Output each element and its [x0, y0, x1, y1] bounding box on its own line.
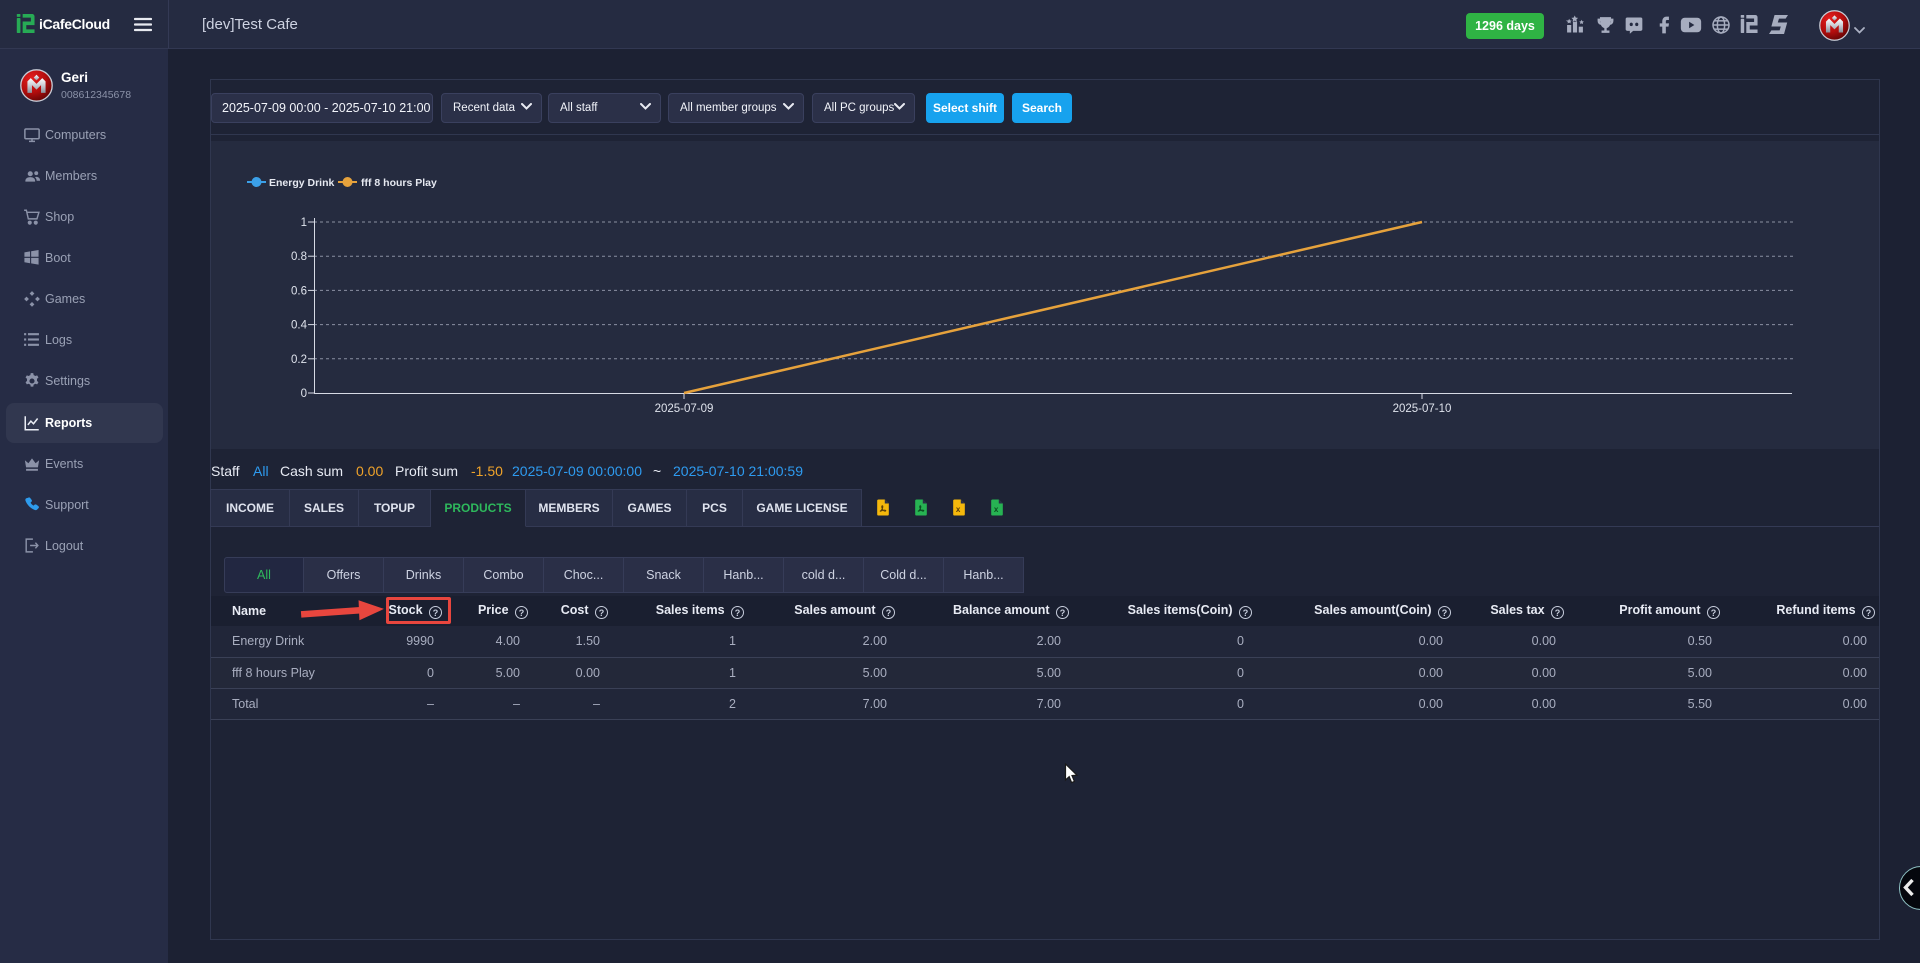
svg-text:0: 0: [301, 388, 307, 400]
svg-text:x: x: [994, 505, 999, 514]
svg-text:0.4: 0.4: [291, 320, 308, 332]
svg-text:0.6: 0.6: [291, 285, 307, 297]
svg-text:0.2: 0.2: [291, 354, 307, 366]
svg-text:0.8: 0.8: [291, 251, 307, 263]
svg-text:Energy Drink: Energy Drink: [269, 177, 335, 189]
svg-text:1: 1: [301, 217, 307, 229]
svg-text:fff 8 hours Play: fff 8 hours Play: [361, 177, 437, 189]
svg-text:2025-07-09: 2025-07-09: [655, 403, 714, 415]
svg-text:2025-07-10: 2025-07-10: [1393, 403, 1452, 415]
svg-text:x: x: [956, 505, 961, 514]
